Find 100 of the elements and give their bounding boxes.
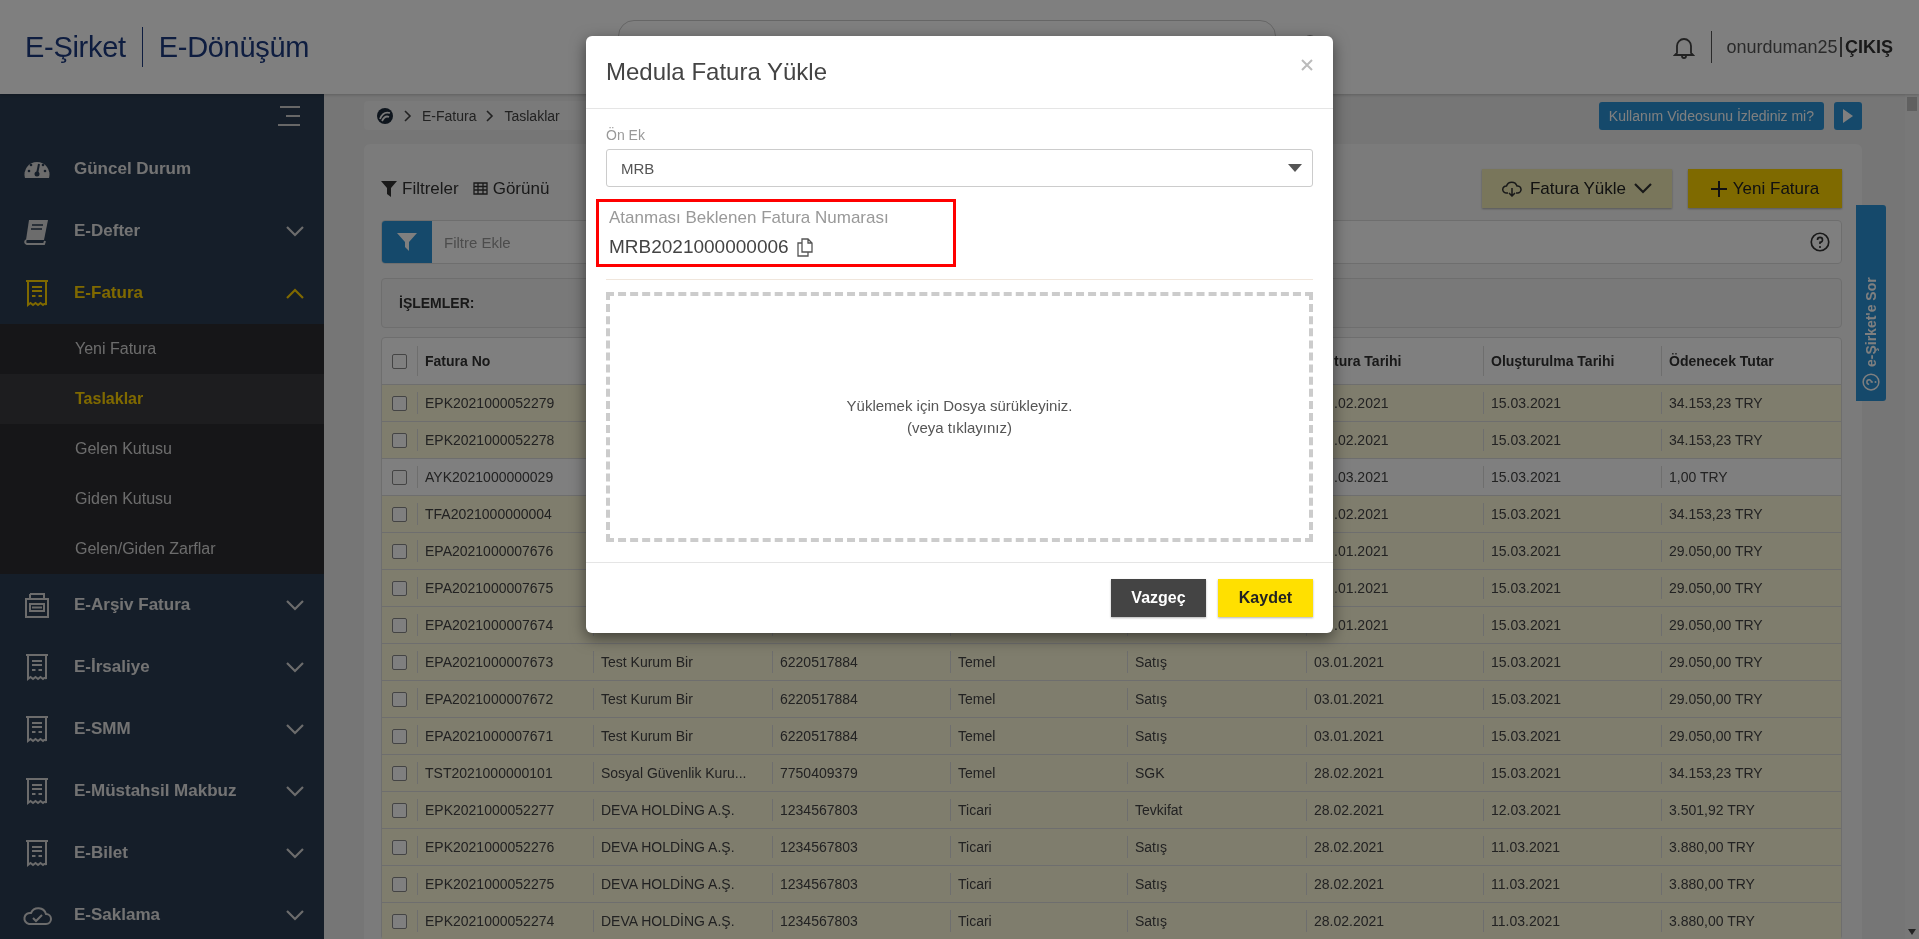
table-cell-text: Temel: [957, 654, 996, 670]
table-cell-text: 15.03.2021: [1490, 395, 1562, 411]
table-cell-text: 29.050,00 TRY: [1668, 617, 1763, 633]
table-cell-text: .01.2021: [1333, 617, 1389, 633]
table-cell-text: DEVA HOLDİNG A.Ş.: [600, 876, 735, 892]
username: onurduman25: [1726, 36, 1838, 58]
table-cell-text: TST2021000000101: [424, 765, 553, 781]
table-cell-text: 03.01.2021: [1313, 691, 1385, 707]
table-cell-text: 15.03.2021: [1490, 765, 1562, 781]
table-cell-text: 6220517884: [779, 728, 858, 744]
table-cell-text: 34.153,23 TRY: [1668, 395, 1763, 411]
table-cell-text: 28.02.2021: [1313, 765, 1385, 781]
table-cell-text: 15.03.2021: [1490, 580, 1562, 596]
table-cell-text: 28.02.2021: [1313, 913, 1385, 929]
table-cell-text: EPA2021000007675: [424, 580, 554, 596]
table-cell-text: 28.02.2021: [1313, 876, 1385, 892]
table-cell-text: Ticari: [957, 839, 992, 855]
table-cell-text: EPA2021000007674: [424, 617, 554, 633]
table-cell-text: DEVA HOLDİNG A.Ş.: [600, 839, 735, 855]
table-cell-text: EPK2021000052278: [424, 432, 555, 448]
table-cell-text: Satış: [1134, 691, 1167, 707]
table-cell-text: Test Kurum Bir: [600, 654, 693, 670]
table-cell-text: Satış: [1134, 728, 1167, 744]
table-cell-text: 34.153,23 TRY: [1668, 506, 1763, 522]
table-cell-text: .02.2021: [1333, 432, 1389, 448]
table-cell-text: Sosyal Güvenlik Kuru...: [600, 765, 747, 781]
logo-text: E-Şirket: [25, 30, 126, 64]
table-cell-text: Temel: [957, 728, 996, 744]
table-cell-text: 6220517884: [779, 654, 858, 670]
table-cell-text: Ticari: [957, 913, 992, 929]
table-cell-text: .02.2021: [1333, 395, 1389, 411]
table-cell-text: DEVA HOLDİNG A.Ş.: [600, 802, 735, 818]
table-cell-text: 15.03.2021: [1490, 469, 1562, 485]
table-cell-text: 34.153,23 TRY: [1668, 432, 1763, 448]
table-cell-text: 1234567803: [779, 839, 858, 855]
table-cell-text: 15.03.2021: [1490, 432, 1562, 448]
table-cell-text: 15.03.2021: [1490, 728, 1562, 744]
table-cell-text: EPA2021000007671: [424, 728, 554, 744]
table-cell-text: 12.03.2021: [1490, 802, 1562, 818]
table-cell-text: SGK: [1134, 765, 1165, 781]
table-cell-text: .03.2021: [1333, 469, 1389, 485]
table-cell-text: Satış: [1134, 839, 1167, 855]
field-label: Atanması Beklenen Fatura Numarası: [609, 208, 890, 228]
table-cell-text: 28.02.2021: [1313, 802, 1385, 818]
table-cell-text: AYK2021000000029: [424, 469, 554, 485]
table-cell-text: 28.02.2021: [1313, 839, 1385, 855]
table-cell-text: 29.050,00 TRY: [1668, 728, 1763, 744]
actions-label: İŞLEMLER:: [399, 295, 475, 311]
table-cell-text: .01.2021: [1333, 580, 1389, 596]
field-label: Ön Ek: [606, 127, 646, 143]
table-cell-text: Temel: [957, 765, 996, 781]
table-cell-text: EPK2021000052279: [424, 395, 555, 411]
table-cell-text: TFA2021000000004: [424, 506, 552, 522]
table-cell-text: .02.2021: [1333, 506, 1389, 522]
table-cell-text: 11.03.2021: [1490, 839, 1561, 855]
table-cell-text: Ticari: [957, 876, 992, 892]
table-cell-text: 03.01.2021: [1313, 654, 1385, 670]
table-cell-text: 1,00 TRY: [1668, 469, 1728, 485]
table-cell-text: EPK2021000052275: [424, 876, 555, 892]
table-cell-text: 29.050,00 TRY: [1668, 543, 1763, 559]
table-cell-text: EPA2021000007676: [424, 543, 554, 559]
table-cell-text: 29.050,00 TRY: [1668, 691, 1763, 707]
invoice-number: MRB2021000000006: [609, 236, 789, 258]
table-cell-text: EPA2021000007673: [424, 654, 554, 670]
table-cell-text: 29.050,00 TRY: [1668, 654, 1763, 670]
table-cell-text: 1234567803: [779, 876, 858, 892]
table-cell-text: 3.501,92 TRY: [1668, 802, 1755, 818]
table-cell-text: Test Kurum Bir: [600, 691, 693, 707]
table-cell-text: 15.03.2021: [1490, 617, 1562, 633]
table-cell-text: EPK2021000052274: [424, 913, 555, 929]
table-cell-text: 6220517884: [779, 691, 858, 707]
table-cell-text: DEVA HOLDİNG A.Ş.: [600, 913, 735, 929]
table-cell-text: 11.03.2021: [1490, 913, 1561, 929]
table-cell-text: Satış: [1134, 654, 1167, 670]
table-cell-text: 1234567803: [779, 802, 858, 818]
table-cell-text: 34.153,23 TRY: [1668, 765, 1763, 781]
table-cell-text: 15.03.2021: [1490, 506, 1562, 522]
table-cell-text: Temel: [957, 691, 996, 707]
table-cell-text: .01.2021: [1333, 543, 1389, 559]
table-cell-text: 3.880,00 TRY: [1668, 876, 1755, 892]
table-cell-text: EPA2021000007672: [424, 691, 554, 707]
dialog-title: Medula Fatura Yükle: [606, 58, 827, 86]
table-cell-text: 15.03.2021: [1490, 654, 1562, 670]
table-cell-text: 15.03.2021: [1490, 543, 1562, 559]
table-cell-text: Satış: [1134, 913, 1167, 929]
table-cell-text: 15.03.2021: [1490, 691, 1562, 707]
table-cell-text: EPK2021000052277: [424, 802, 555, 818]
table-cell-text: Satış: [1134, 876, 1167, 892]
logo-text: E-Dönüşüm: [158, 30, 310, 64]
table-cell-text: 29.050,00 TRY: [1668, 580, 1763, 596]
table-cell-text: Tevkifat: [1134, 802, 1183, 818]
table-cell-text: 1234567803: [779, 913, 858, 929]
table-cell-text: Ticari: [957, 802, 992, 818]
table-cell-text: 7750409379: [779, 765, 858, 781]
table-cell-text: EPK2021000052276: [424, 839, 555, 855]
table-cell-text: 03.01.2021: [1313, 728, 1385, 744]
table-cell-text: 3.880,00 TRY: [1668, 839, 1755, 855]
table-cell-text: 3.880,00 TRY: [1668, 913, 1755, 929]
table-cell-text: 11.03.2021: [1490, 876, 1561, 892]
table-cell-text: Test Kurum Bir: [600, 728, 693, 744]
